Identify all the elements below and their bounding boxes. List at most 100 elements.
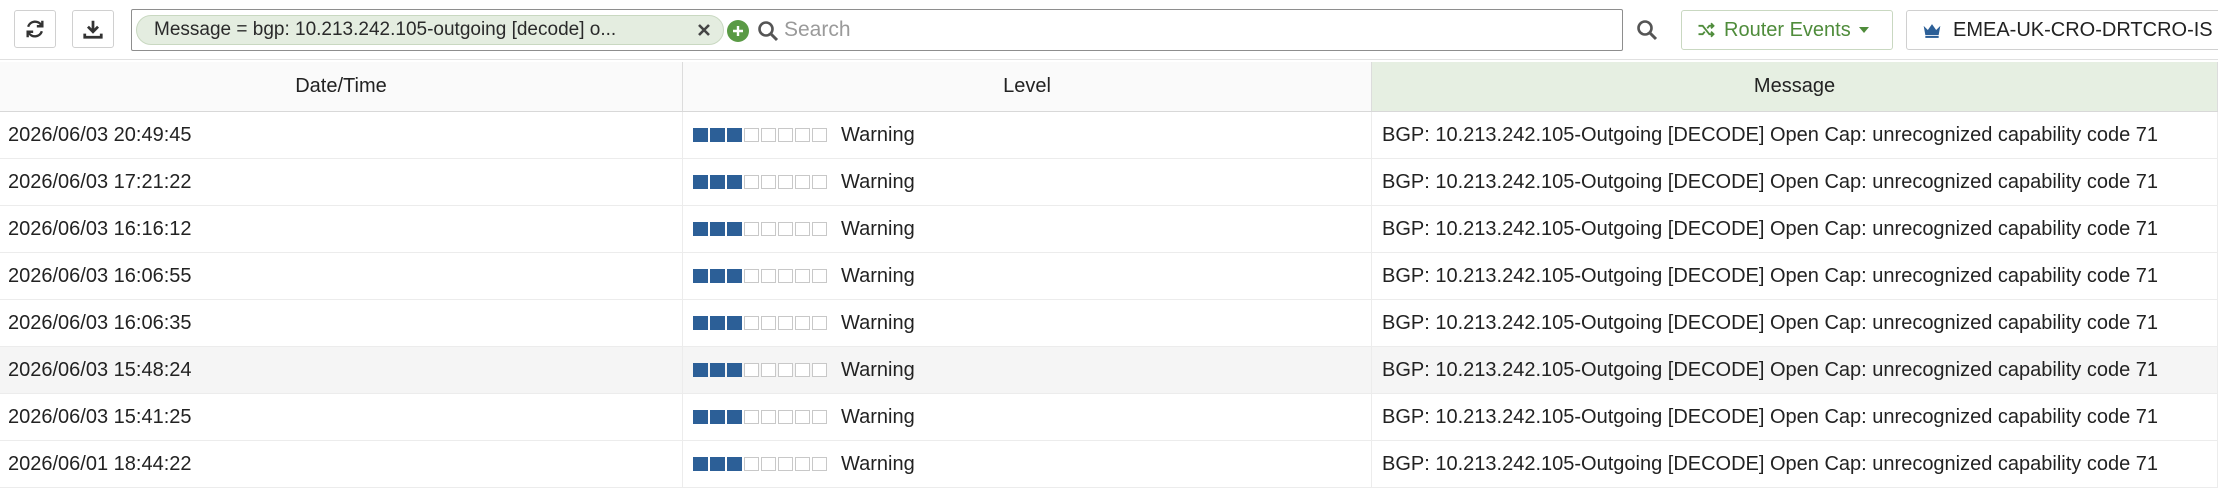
level-label: Warning: [841, 452, 915, 475]
column-header-datetime[interactable]: Date/Time: [0, 62, 683, 111]
crown-icon: [1923, 24, 1941, 38]
cell-datetime: 2026/06/03 16:06:35: [0, 300, 683, 346]
level-segment: [812, 128, 827, 142]
level-segment: [778, 222, 793, 236]
table-row[interactable]: 2026/06/03 15:48:24 Warning BGP: 10.213.…: [0, 347, 2218, 394]
level-segment: [744, 175, 759, 189]
level-segment: [693, 128, 708, 142]
level-segment: [778, 457, 793, 471]
level-segment: [795, 457, 810, 471]
level-segment: [795, 222, 810, 236]
level-segment: [778, 363, 793, 377]
level-segment: [693, 410, 708, 424]
cell-message: BGP: 10.213.242.105-Outgoing [DECODE] Op…: [1372, 253, 2218, 299]
refresh-button[interactable]: [14, 10, 56, 48]
device-selector[interactable]: EMEA-UK-CRO-DRTCRO-IS: [1906, 10, 2218, 50]
level-segment: [693, 175, 708, 189]
level-segment: [812, 363, 827, 377]
events-table: Date/Time Level Message 2026/06/03 20:49…: [0, 62, 2218, 488]
cell-datetime: 2026/06/01 18:44:22: [0, 441, 683, 487]
level-segment: [812, 316, 827, 330]
cell-datetime: 2026/06/03 16:06:55: [0, 253, 683, 299]
level-indicator: [693, 222, 829, 236]
level-segment: [744, 363, 759, 377]
cell-level: Warning: [683, 159, 1372, 205]
table-row[interactable]: 2026/06/03 20:49:45 Warning BGP: 10.213.…: [0, 112, 2218, 159]
level-segment: [727, 222, 742, 236]
search-submit-icon: [1637, 20, 1658, 41]
level-segment: [812, 410, 827, 424]
level-segment: [795, 410, 810, 424]
cell-message: BGP: 10.213.242.105-Outgoing [DECODE] Op…: [1372, 206, 2218, 252]
level-segment: [761, 410, 776, 424]
level-segment: [710, 175, 725, 189]
table-row[interactable]: 2026/06/01 18:44:22 Warning BGP: 10.213.…: [0, 441, 2218, 488]
level-segment: [812, 457, 827, 471]
level-indicator: [693, 269, 829, 283]
table-row[interactable]: 2026/06/03 15:41:25 Warning BGP: 10.213.…: [0, 394, 2218, 441]
level-segment: [710, 128, 725, 142]
cell-datetime: 2026/06/03 20:49:45: [0, 112, 683, 158]
level-segment: [744, 410, 759, 424]
search-submit-button[interactable]: [1630, 13, 1664, 47]
level-segment: [761, 269, 776, 283]
level-segment: [795, 269, 810, 283]
level-label: Warning: [841, 170, 915, 193]
level-segment: [812, 175, 827, 189]
level-segment: [812, 222, 827, 236]
table-row[interactable]: 2026/06/03 16:06:55 Warning BGP: 10.213.…: [0, 253, 2218, 300]
level-segment: [795, 363, 810, 377]
level-label: Warning: [841, 217, 915, 240]
level-segment: [778, 316, 793, 330]
cell-datetime: 2026/06/03 15:41:25: [0, 394, 683, 440]
level-label: Warning: [841, 264, 915, 287]
shuffle-icon: [1698, 22, 1715, 38]
level-segment: [710, 316, 725, 330]
level-segment: [761, 175, 776, 189]
router-events-label: Router Events: [1724, 18, 1851, 41]
level-segment: [710, 222, 725, 236]
cell-message: BGP: 10.213.242.105-Outgoing [DECODE] Op…: [1372, 300, 2218, 346]
level-segment: [744, 128, 759, 142]
device-label: EMEA-UK-CRO-DRTCRO-IS: [1953, 18, 2213, 41]
column-header-level[interactable]: Level: [683, 62, 1372, 111]
cell-message: BGP: 10.213.242.105-Outgoing [DECODE] Op…: [1372, 441, 2218, 487]
cell-level: Warning: [683, 441, 1372, 487]
level-segment: [812, 269, 827, 283]
level-segment: [795, 316, 810, 330]
level-label: Warning: [841, 358, 915, 381]
level-segment: [727, 128, 742, 142]
search-icon: [756, 19, 780, 43]
level-segment: [744, 222, 759, 236]
cell-level: Warning: [683, 394, 1372, 440]
chip-close-icon[interactable]: [695, 21, 713, 39]
add-filter-icon[interactable]: [727, 20, 749, 42]
level-segment: [778, 128, 793, 142]
level-label: Warning: [841, 405, 915, 428]
filter-chip[interactable]: Message = bgp: 10.213.242.105-outgoing […: [136, 15, 724, 45]
download-button[interactable]: [72, 10, 114, 48]
level-segment: [778, 410, 793, 424]
level-segment: [727, 269, 742, 283]
table-row[interactable]: 2026/06/03 16:06:35 Warning BGP: 10.213.…: [0, 300, 2218, 347]
level-segment: [710, 363, 725, 377]
table-row[interactable]: 2026/06/03 16:16:12 Warning BGP: 10.213.…: [0, 206, 2218, 253]
toolbar: Message = bgp: 10.213.242.105-outgoing […: [0, 0, 2218, 60]
router-events-dropdown[interactable]: Router Events: [1681, 10, 1893, 50]
level-segment: [761, 128, 776, 142]
search-box[interactable]: Message = bgp: 10.213.242.105-outgoing […: [131, 9, 1623, 51]
level-segment: [744, 457, 759, 471]
table-row[interactable]: 2026/06/03 17:21:22 Warning BGP: 10.213.…: [0, 159, 2218, 206]
level-indicator: [693, 410, 829, 424]
cell-level: Warning: [683, 300, 1372, 346]
level-segment: [710, 410, 725, 424]
level-indicator: [693, 457, 829, 471]
search-input[interactable]: [784, 14, 1604, 46]
cell-datetime: 2026/06/03 17:21:22: [0, 159, 683, 205]
column-header-message[interactable]: Message: [1372, 62, 2218, 111]
level-indicator: [693, 175, 829, 189]
level-segment: [710, 269, 725, 283]
level-segment: [744, 316, 759, 330]
cell-datetime: 2026/06/03 15:48:24: [0, 347, 683, 393]
level-indicator: [693, 128, 829, 142]
